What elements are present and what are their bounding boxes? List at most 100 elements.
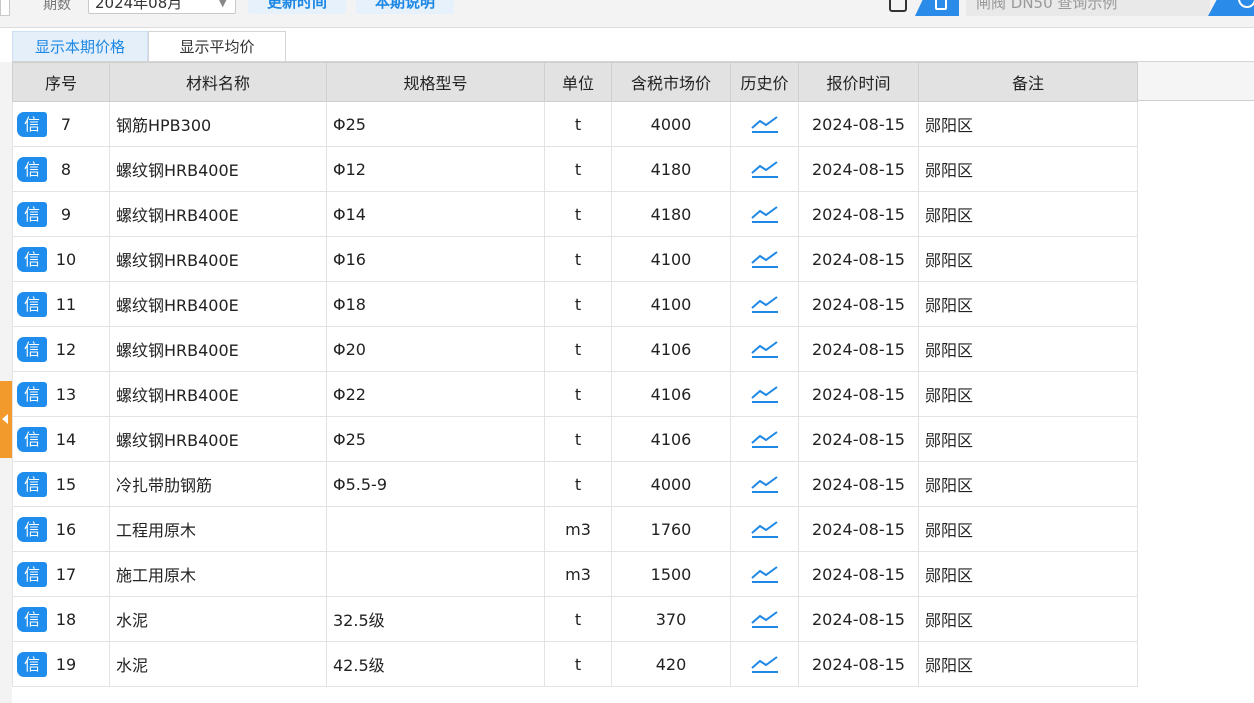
cell-unit: t (544, 596, 612, 642)
cell-note: 郧阳区 (918, 551, 1138, 597)
xin-badge-icon[interactable]: 信 (17, 516, 47, 542)
trend-line-icon[interactable] (750, 293, 780, 315)
cell-seq: 信 13 (12, 371, 110, 417)
cell-seq: 信 19 (12, 641, 110, 687)
seq-wrap: 信 13 (14, 381, 109, 407)
xin-badge-icon[interactable]: 信 (17, 201, 47, 227)
cell-quote-time: 2024-08-15 (798, 281, 919, 327)
xin-badge-icon[interactable]: 信 (17, 426, 47, 452)
xin-badge-icon[interactable]: 信 (17, 651, 47, 677)
cell-note: 郧阳区 (918, 236, 1138, 282)
column-header-note[interactable]: 备注 (918, 62, 1138, 102)
xin-badge-icon[interactable]: 信 (17, 246, 47, 272)
cell-material-name: 螺纹钢HRB400E (109, 416, 327, 462)
table-row[interactable]: 信 17 施工用原木 m3 1500 2024-08-15 郧阳区 (12, 551, 1138, 597)
trend-line-icon[interactable] (750, 428, 780, 450)
column-header-unit[interactable]: 单位 (544, 62, 612, 102)
cell-spec: Φ25 (326, 416, 545, 462)
trend-line-icon[interactable] (750, 113, 780, 135)
cell-seq: 信8 (12, 146, 110, 192)
column-header-name[interactable]: 材料名称 (109, 62, 327, 102)
toolbar-edge-control[interactable] (0, 0, 10, 16)
period-label: 期数 (43, 0, 71, 13)
xin-badge-icon[interactable]: 信 (17, 471, 47, 497)
tab-current-period-price[interactable]: 显示本期价格 (12, 31, 148, 61)
cell-unit: t (544, 236, 612, 282)
cell-history (730, 191, 799, 237)
cell-unit: t (544, 371, 612, 417)
seq-wrap: 信 19 (14, 651, 109, 677)
period-description-button[interactable]: 本期说明 (356, 0, 454, 14)
xin-badge-icon[interactable]: 信 (17, 156, 47, 182)
top-toolbar: 期数 2024年08月 ▼ 更新时间 本期说明 闸阀 DN50 查询示例 (0, 0, 1254, 28)
cell-quote-time: 2024-08-15 (798, 236, 919, 282)
seq-wrap: 信 10 (14, 246, 109, 272)
table-row[interactable]: 信 8 螺纹钢HRB400E Φ12 t 4180 2024-08-15 郧阳区 (12, 146, 1138, 192)
xin-badge-icon[interactable]: 信 (17, 111, 47, 137)
table-row[interactable]: 信 14 螺纹钢HRB400E Φ25 t 4106 2024-08-15 郧阳区 (12, 416, 1138, 462)
cell-material-name: 钢筋HPB300 (109, 101, 327, 147)
seq-wrap: 信 16 (14, 516, 109, 542)
cell-spec (326, 506, 545, 552)
table-row[interactable]: 信 13 螺纹钢HRB400E Φ22 t 4106 2024-08-15 郧阳区 (12, 371, 1138, 417)
trend-line-icon[interactable] (750, 158, 780, 180)
xin-badge-icon[interactable]: 信 (17, 336, 47, 362)
cell-price: 4100 (611, 236, 731, 282)
xin-badge-icon[interactable]: 信 (17, 606, 47, 632)
cell-note: 郧阳区 (918, 281, 1138, 327)
cell-seq: 信 18 (12, 596, 110, 642)
row-seq-number: 12 (55, 339, 77, 359)
trend-line-icon[interactable] (750, 518, 780, 540)
trend-line-icon[interactable] (750, 473, 780, 495)
trend-line-icon[interactable] (750, 203, 780, 225)
cell-price: 4180 (611, 191, 731, 237)
export-icon[interactable] (889, 0, 907, 12)
table-row[interactable]: 信 11 螺纹钢HRB400E Φ18 t 4100 2024-08-15 郧阳区 (12, 281, 1138, 327)
cell-spec: Φ18 (326, 281, 545, 327)
cell-note: 郧阳区 (918, 461, 1138, 507)
trend-line-icon[interactable] (750, 248, 780, 270)
cell-history (730, 506, 799, 552)
table-row[interactable]: 信 10 螺纹钢HRB400E Φ16 t 4100 2024-08-15 郧阳区 (12, 236, 1138, 282)
cell-seq: 信7 (12, 101, 110, 147)
xin-badge-icon[interactable]: 信 (17, 291, 47, 317)
cell-history (730, 101, 799, 147)
search-input[interactable]: 闸阀 DN50 查询示例 (966, 0, 1210, 16)
cell-price: 4000 (611, 101, 731, 147)
trend-line-icon[interactable] (750, 608, 780, 630)
trend-line-icon[interactable] (750, 383, 780, 405)
row-seq-number: 9 (60, 204, 72, 224)
cell-material-name: 螺纹钢HRB400E (109, 281, 327, 327)
upload-icon[interactable] (915, 0, 959, 16)
column-header-history[interactable]: 历史价 (730, 62, 799, 102)
table-row[interactable]: 信 12 螺纹钢HRB400E Φ20 t 4106 2024-08-15 郧阳区 (12, 326, 1138, 372)
table-row[interactable]: 信 15 冷扎带肋钢筋 Φ5.5-9 t 4000 2024-08-15 郧阳区 (12, 461, 1138, 507)
cell-note: 郧阳区 (918, 506, 1138, 552)
trend-line-icon[interactable] (750, 563, 780, 585)
xin-badge-icon[interactable]: 信 (17, 381, 47, 407)
cell-material-name: 螺纹钢HRB400E (109, 371, 327, 417)
tab-average-price[interactable]: 显示平均价 (148, 31, 286, 61)
row-seq-number: 14 (55, 429, 77, 449)
row-seq-number: 16 (55, 519, 77, 539)
row-seq-number: 13 (55, 384, 77, 404)
cell-unit: t (544, 146, 612, 192)
update-time-button[interactable]: 更新时间 (248, 0, 346, 14)
table-row[interactable]: 信 19 水泥 42.5级 t 420 2024-08-15 郧阳区 (12, 641, 1138, 687)
table-row[interactable]: 信 18 水泥 32.5级 t 370 2024-08-15 郧阳区 (12, 596, 1138, 642)
column-header-seq[interactable]: 序号 (12, 62, 110, 102)
table-row[interactable]: 信 9 螺纹钢HRB400E Φ14 t 4180 2024-08-15 郧阳区 (12, 191, 1138, 237)
period-select[interactable]: 2024年08月 ▼ (88, 0, 236, 14)
column-header-quote-time[interactable]: 报价时间 (798, 62, 919, 102)
chevron-left-icon[interactable] (0, 381, 12, 458)
cell-quote-time: 2024-08-15 (798, 596, 919, 642)
table-row[interactable]: 信 7 钢筋HPB300 Φ25 t 4000 2024-08-15 郧阳区 (12, 101, 1138, 147)
cell-history (730, 551, 799, 597)
column-header-price[interactable]: 含税市场价 (611, 62, 731, 102)
search-icon[interactable] (1208, 0, 1254, 16)
table-row[interactable]: 信 16 工程用原木 m3 1760 2024-08-15 郧阳区 (12, 506, 1138, 552)
column-header-spec[interactable]: 规格型号 (326, 62, 545, 102)
xin-badge-icon[interactable]: 信 (17, 561, 47, 587)
trend-line-icon[interactable] (750, 653, 780, 675)
trend-line-icon[interactable] (750, 338, 780, 360)
